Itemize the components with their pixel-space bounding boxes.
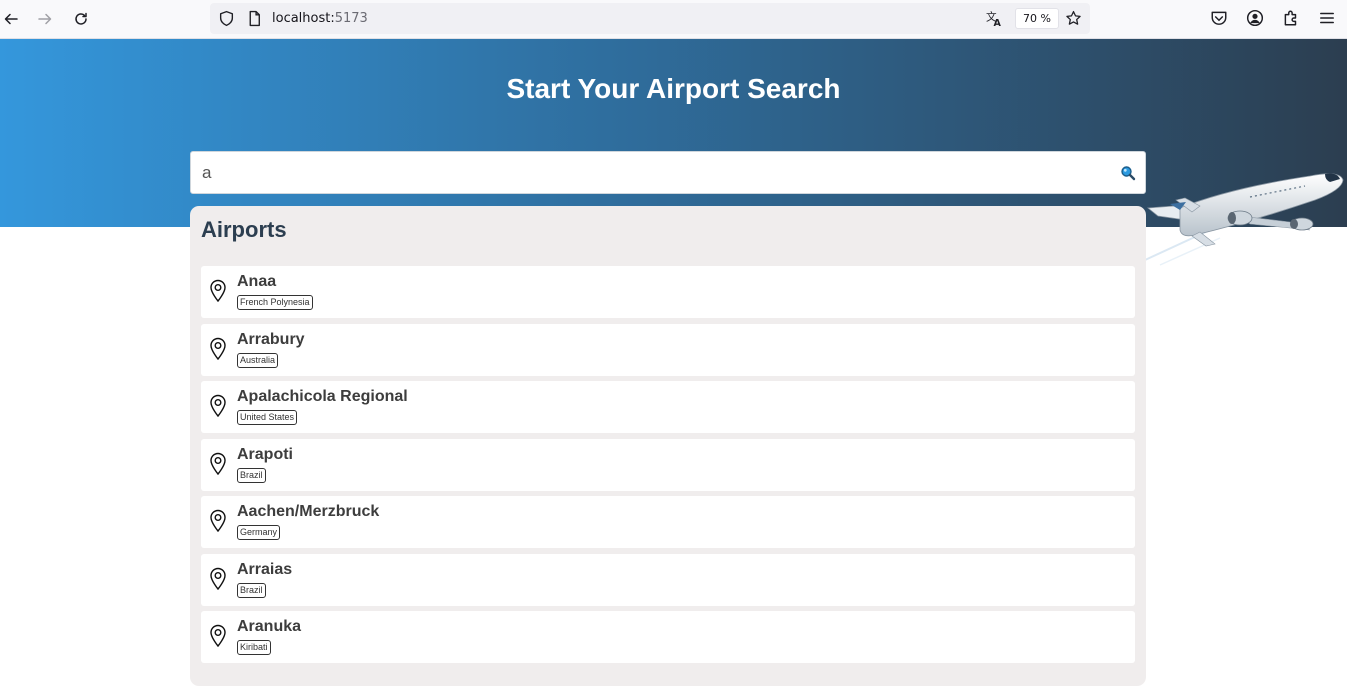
browser-toolbar: localhost:5173 文 A 70 %	[0, 0, 1347, 39]
country-badge: Brazil	[237, 582, 266, 598]
country-badge: Germany	[237, 525, 281, 540]
results-title: Airports	[201, 217, 287, 242]
airport-list-item[interactable]: Aranuka Kiribati	[201, 611, 1135, 663]
country-badge: United States	[237, 410, 298, 425]
svg-text:A: A	[993, 18, 1001, 27]
airport-name: Apalachicola Regional	[237, 388, 408, 405]
airport-list-item[interactable]: Arraias Brazil	[201, 553, 1135, 606]
results-panel: Airports Anaa French Polynesia Arrabury …	[190, 206, 1146, 686]
url-bar[interactable]: localhost:5173 文 A 70 %	[210, 3, 1090, 34]
results-list: Anaa French Polynesia Arrabury Australia…	[201, 266, 1135, 669]
search-icon[interactable]	[1120, 165, 1136, 181]
reload-icon[interactable]	[70, 8, 92, 30]
url-text[interactable]: localhost:5173	[272, 11, 368, 26]
zoom-level-badge[interactable]: 70 %	[1015, 8, 1059, 29]
location-pin-icon	[210, 279, 226, 303]
location-pin-icon	[210, 394, 226, 418]
extensions-icon[interactable]	[1282, 9, 1300, 27]
menu-icon[interactable]	[1318, 9, 1336, 27]
location-pin-icon	[210, 567, 226, 590]
airport-list-item[interactable]: Arapoti Brazil	[201, 438, 1135, 491]
airport-list-item[interactable]: Anaa French Polynesia	[201, 266, 1135, 318]
url-port: 5173	[334, 11, 368, 26]
airport-name: Anaa	[237, 273, 277, 290]
location-pin-icon	[210, 452, 226, 475]
pocket-icon[interactable]	[1210, 9, 1228, 27]
airport-name: Arapoti	[237, 445, 293, 463]
airport-name: Arrabury	[237, 330, 305, 348]
airport-name: Aranuka	[237, 618, 302, 635]
location-pin-icon	[210, 509, 226, 533]
airport-list-item[interactable]: Aachen/Merzbruck Germany	[201, 496, 1135, 548]
shield-icon[interactable]	[218, 10, 235, 27]
location-pin-icon	[210, 624, 226, 648]
airport-list-item[interactable]: Apalachicola Regional United States	[201, 381, 1135, 433]
url-host: localhost:	[272, 11, 335, 26]
search-box[interactable]	[190, 151, 1146, 194]
location-pin-icon	[210, 337, 226, 360]
search-input[interactable]	[191, 152, 1111, 193]
back-arrow-icon[interactable]	[0, 8, 22, 30]
airplane-illustration	[1144, 173, 1344, 266]
page-icon[interactable]	[246, 10, 263, 27]
airport-name: Arraias	[237, 560, 293, 578]
bookmark-star-icon[interactable]	[1065, 10, 1082, 27]
forward-arrow-icon[interactable]	[34, 8, 56, 30]
airport-name: Aachen/Merzbruck	[237, 503, 380, 520]
country-badge: Australia	[237, 352, 279, 368]
hero-title: Start Your Airport Search	[506, 73, 841, 104]
country-badge: Brazil	[237, 467, 266, 483]
account-icon[interactable]	[1246, 9, 1264, 27]
country-badge: French Polynesia	[237, 295, 313, 310]
translate-icon[interactable]: 文 A	[986, 10, 1003, 27]
airport-list-item[interactable]: Arrabury Australia	[201, 323, 1135, 376]
country-badge: Kiribati	[237, 640, 271, 655]
